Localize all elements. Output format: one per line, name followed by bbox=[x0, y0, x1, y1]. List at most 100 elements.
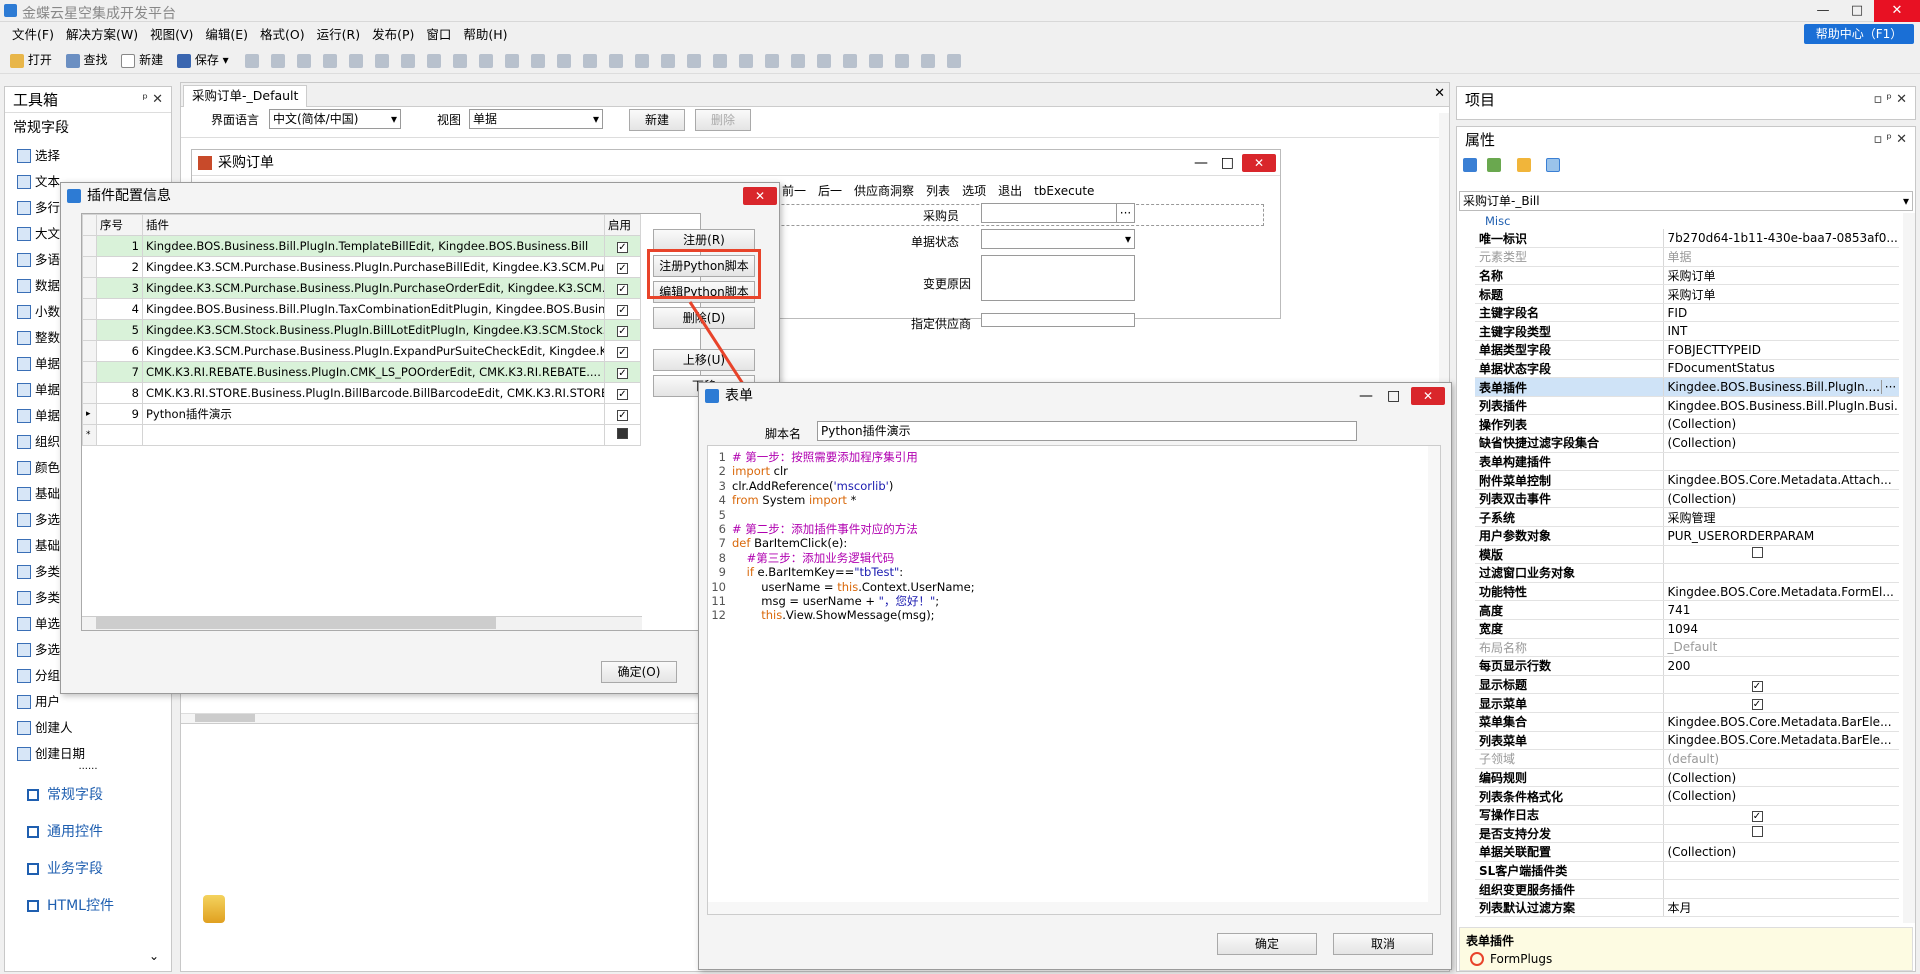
toolbar-tool-icon[interactable] bbox=[946, 53, 961, 68]
toolbar-tool-icon[interactable] bbox=[608, 53, 623, 68]
property-row[interactable]: 模版 bbox=[1475, 545, 1899, 565]
save-button[interactable]: 保存 ▾ bbox=[177, 50, 229, 70]
property-row[interactable]: 主键字段名 FID bbox=[1475, 303, 1899, 323]
toolbar-tool-icon[interactable] bbox=[452, 53, 467, 68]
find-button[interactable]: 查找 bbox=[65, 50, 108, 70]
menu-item-3[interactable]: 编辑(E) bbox=[205, 27, 248, 42]
property-row[interactable]: 单据状态字段 FDocumentStatus bbox=[1475, 359, 1899, 379]
lang-select[interactable]: 中文(简体/中国) ▾ bbox=[269, 109, 401, 129]
property-checkbox[interactable] bbox=[1751, 547, 1763, 559]
property-row[interactable]: 主键字段类型 INT bbox=[1475, 321, 1899, 342]
splitter-grip[interactable]: ······ bbox=[5, 765, 171, 777]
vendor-field[interactable] bbox=[981, 313, 1135, 327]
toolbar-tool-icon[interactable] bbox=[686, 53, 701, 68]
table-row[interactable]: 1 Kingdee.BOS.Business.Bill.PlugIn.Templa… bbox=[82, 235, 641, 257]
property-row[interactable]: 菜单集合 Kingdee.BOS.Core.Metadata.BarEle... bbox=[1475, 712, 1899, 732]
toolbar-tool-icon[interactable] bbox=[738, 53, 753, 68]
menu-item-0[interactable]: 文件(F) bbox=[12, 27, 54, 42]
events-icon[interactable] bbox=[1546, 157, 1561, 172]
form-min-button[interactable]: — bbox=[1194, 150, 1208, 176]
property-row[interactable]: 子领域 (default) bbox=[1475, 749, 1899, 769]
toolbox-item[interactable]: 选择 bbox=[5, 143, 171, 169]
property-row[interactable]: 子系统 采购管理 bbox=[1475, 507, 1899, 527]
script-max-button[interactable]: □ bbox=[1387, 383, 1400, 409]
tab-purchase-order[interactable]: 采购订单-_Default bbox=[183, 85, 308, 107]
form-toolbar-item[interactable]: 后一 bbox=[818, 184, 842, 198]
menu-item-2[interactable]: 视图(V) bbox=[150, 27, 193, 42]
enabled-checkbox[interactable]: ✓ bbox=[617, 368, 628, 379]
toolbar-tool-icon[interactable] bbox=[868, 53, 883, 68]
new-button[interactable]: 新建 bbox=[121, 50, 163, 70]
props-vscroll[interactable] bbox=[1903, 213, 1915, 923]
chevron-down-icon[interactable]: ⌄ bbox=[149, 949, 159, 963]
plugin-dialog-close[interactable]: ✕ bbox=[743, 187, 777, 205]
categorized-icon[interactable] bbox=[1463, 157, 1477, 172]
open-button[interactable]: 打开 bbox=[10, 50, 52, 70]
table-row[interactable]: 5 Kingdee.K3.SCM.Stock.Business.PlugIn.Bi… bbox=[82, 319, 641, 341]
script-close-button[interactable]: ✕ bbox=[1411, 387, 1445, 405]
enabled-checkbox[interactable]: ✓ bbox=[617, 326, 628, 337]
toolbar-tool-icon[interactable] bbox=[374, 53, 389, 68]
toolbar-tool-icon[interactable] bbox=[712, 53, 727, 68]
property-row[interactable]: 列表菜单 Kingdee.BOS.Core.Metadata.BarEle... bbox=[1475, 731, 1899, 751]
panel-controls[interactable]: ▫ ᵖ ✕ bbox=[1873, 127, 1907, 153]
table-row[interactable]: 3 Kingdee.K3.SCM.Purchase.Business.PlugIn… bbox=[82, 277, 641, 299]
toolbox-category[interactable]: 常规字段 bbox=[5, 777, 171, 814]
col-plugin[interactable]: 插件 bbox=[142, 214, 605, 236]
panel-controls[interactable]: ▫ ᵖ ✕ bbox=[1873, 87, 1907, 113]
enabled-checkbox[interactable]: ✓ bbox=[617, 389, 628, 400]
property-row[interactable]: 唯一标识 7b270d64-1b11-430e-baa7-0853af0... bbox=[1475, 229, 1899, 249]
enabled-checkbox[interactable]: ✓ bbox=[617, 410, 628, 421]
toolbox-category[interactable]: HTML控件 bbox=[5, 888, 171, 925]
property-row[interactable]: 表单构建插件 bbox=[1475, 452, 1899, 472]
menu-item-4[interactable]: 格式(O) bbox=[260, 27, 305, 42]
doc-hscroll[interactable] bbox=[181, 713, 741, 723]
property-row[interactable]: 附件菜单控制 Kingdee.BOS.Core.Metadata.Attach..… bbox=[1475, 470, 1899, 490]
property-row[interactable]: 列表默认过滤方案 本月 bbox=[1475, 898, 1899, 918]
toolbar-tool-icon[interactable] bbox=[816, 53, 831, 68]
minimize-button[interactable]: — bbox=[1806, 0, 1840, 22]
property-row[interactable]: 列表条件格式化 (Collection) bbox=[1475, 786, 1899, 806]
toolbar-tool-icon[interactable] bbox=[660, 53, 675, 68]
help-center-button[interactable]: 帮助中心（F1） bbox=[1804, 24, 1914, 44]
property-row[interactable]: 缺省快捷过滤字段集合 (Collection) bbox=[1475, 433, 1899, 453]
plugin-ok-button[interactable]: 确定(O) bbox=[601, 661, 677, 683]
table-row[interactable]: 8 CMK.K3.RI.STORE.Business.PlugIn.BillBar… bbox=[82, 382, 641, 404]
maximize-button[interactable]: □ bbox=[1840, 0, 1874, 22]
view-select[interactable]: 单据 ▾ bbox=[469, 109, 603, 129]
toolbar-tool-icon[interactable] bbox=[400, 53, 415, 68]
close-button[interactable]: ✕ bbox=[1874, 0, 1920, 22]
property-row[interactable]: 每页显示行数 200 bbox=[1475, 656, 1899, 676]
property-row[interactable]: 列表双击事件 (Collection) bbox=[1475, 489, 1899, 509]
property-row[interactable]: 操作列表 (Collection) bbox=[1475, 414, 1899, 435]
toolbar-tool-icon[interactable] bbox=[790, 53, 805, 68]
enabled-checkbox[interactable]: ✓ bbox=[617, 263, 628, 274]
panel-pin-close[interactable]: ᵖ ✕ bbox=[142, 87, 163, 113]
toolbar-tool-icon[interactable] bbox=[634, 53, 649, 68]
toolbar-tool-icon[interactable] bbox=[894, 53, 909, 68]
form-close-button[interactable]: ✕ bbox=[1242, 154, 1276, 172]
property-row[interactable]: SL客户端插件类 bbox=[1475, 861, 1899, 881]
form-toolbar-item[interactable]: 退出 bbox=[998, 184, 1022, 198]
grid-hscroll[interactable] bbox=[82, 616, 642, 630]
property-row[interactable]: 单据关联配置 (Collection) bbox=[1475, 842, 1899, 862]
view-delete-button[interactable]: 删除 bbox=[695, 109, 751, 131]
buyer-field[interactable]: ··· bbox=[981, 203, 1135, 223]
toolbar-tool-icon[interactable] bbox=[530, 53, 545, 68]
menu-item-1[interactable]: 解决方案(W) bbox=[66, 27, 138, 42]
toolbar-tool-icon[interactable] bbox=[556, 53, 571, 68]
property-row[interactable]: 列表插件 Kingdee.BOS.Business.Bill.PlugIn.Bus… bbox=[1475, 396, 1899, 416]
form-toolbar-item[interactable]: 列表 bbox=[926, 184, 950, 198]
toolbar-tool-icon[interactable] bbox=[296, 53, 311, 68]
property-row[interactable]: 功能特性 Kingdee.BOS.Core.Metadata.FormEl... bbox=[1475, 582, 1899, 602]
script-min-button[interactable]: — bbox=[1359, 383, 1373, 409]
menu-item-8[interactable]: 帮助(H) bbox=[463, 27, 507, 42]
menu-item-5[interactable]: 运行(R) bbox=[317, 27, 360, 42]
property-checkbox[interactable] bbox=[1751, 826, 1763, 838]
form-toolbar-item[interactable]: 供应商洞察 bbox=[854, 184, 914, 198]
form-max-button[interactable]: □ bbox=[1221, 150, 1234, 176]
property-checkbox[interactable]: ✓ bbox=[1751, 810, 1763, 822]
toolbox-category[interactable]: 通用控件 bbox=[5, 814, 171, 851]
enabled-checkbox[interactable]: ✓ bbox=[617, 242, 628, 253]
property-row[interactable]: 编码规则 (Collection) bbox=[1475, 768, 1899, 788]
